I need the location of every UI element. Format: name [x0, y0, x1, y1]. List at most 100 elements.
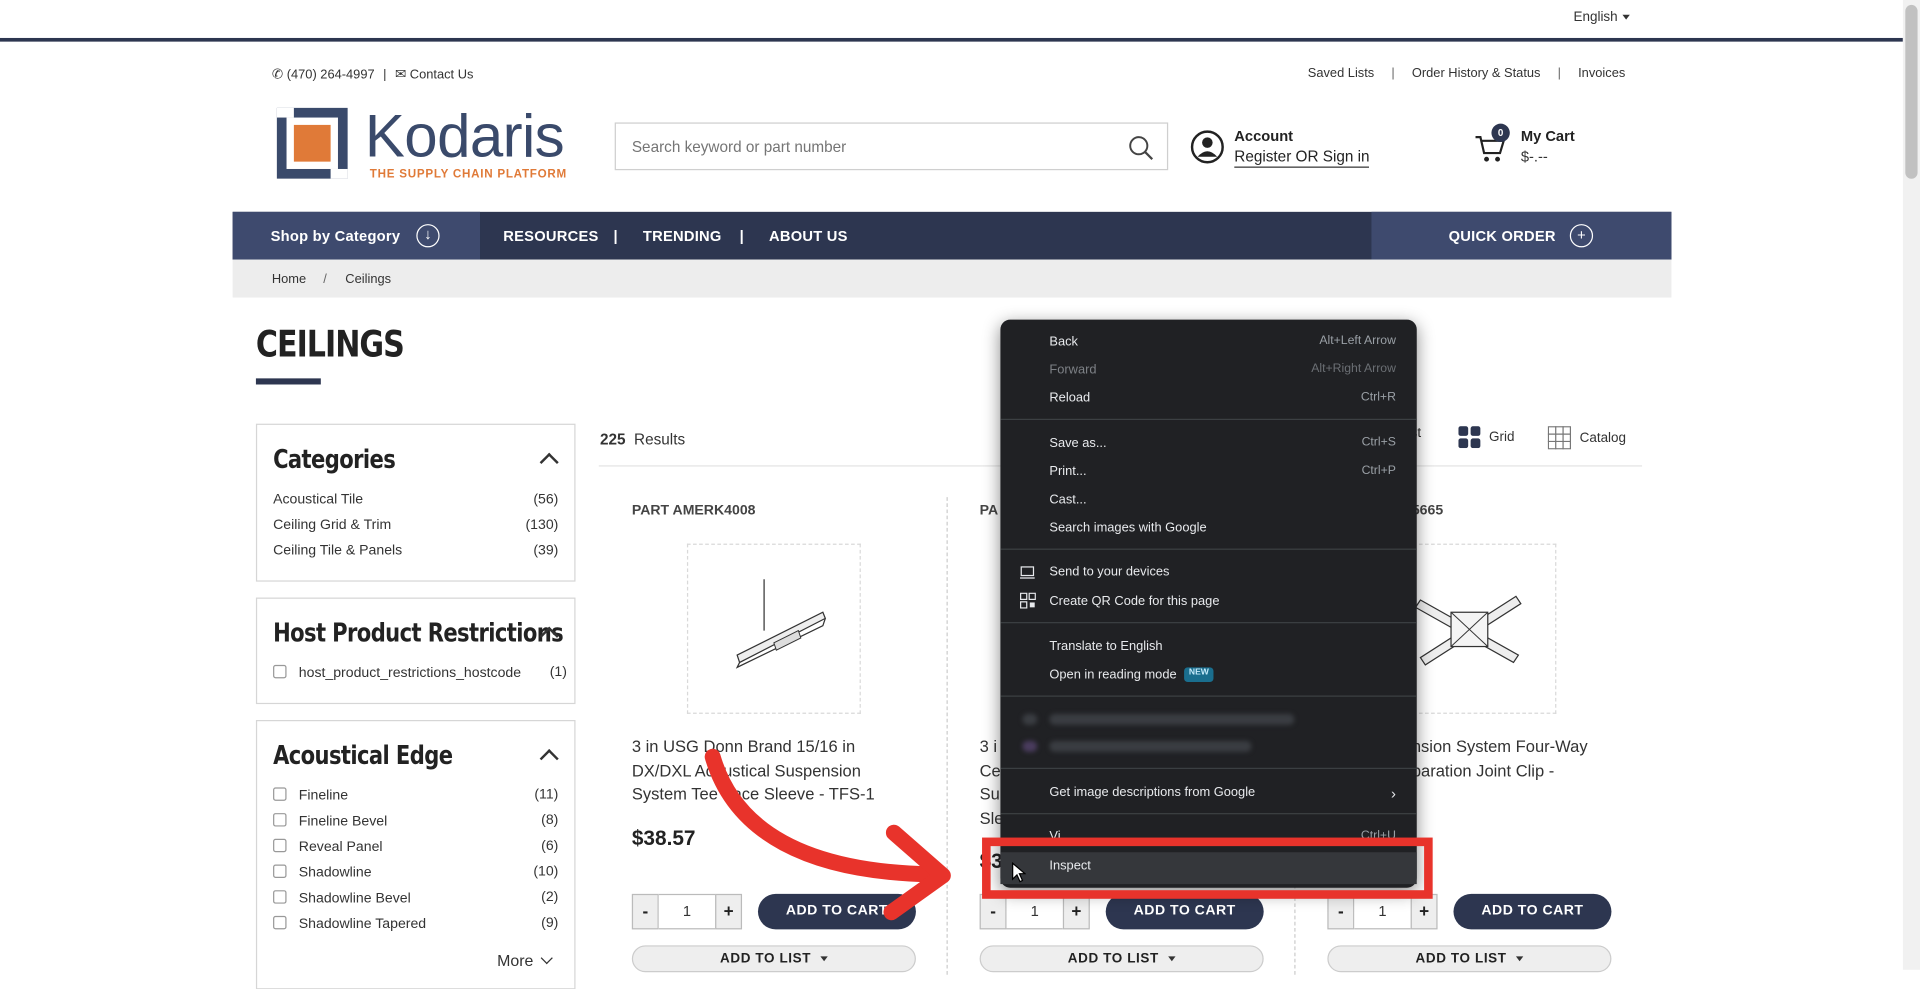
- context-menu-create-qr[interactable]: Create QR Code for this page: [1049, 594, 1396, 609]
- catalog-view-toggle[interactable]: Catalog: [1547, 426, 1626, 450]
- user-account-icon[interactable]: [1190, 130, 1224, 164]
- facet-item-label: Ceiling Grid & Trim: [273, 517, 392, 533]
- add-to-cart-button[interactable]: ADD TO CART: [1105, 893, 1264, 930]
- nav-about-us[interactable]: ABOUT US: [769, 228, 848, 245]
- context-menu-back[interactable]: Back Alt+Left Arrow: [1049, 334, 1396, 349]
- arrow-down-circle-icon: ↓: [416, 224, 440, 248]
- qty-increase-button[interactable]: +: [1062, 893, 1090, 930]
- qty-increase-button[interactable]: +: [1410, 893, 1438, 930]
- checkbox[interactable]: [273, 864, 287, 878]
- context-menu-translate[interactable]: Translate to English: [1049, 639, 1396, 654]
- context-menu-save-as[interactable]: Save as... Ctrl+S: [1049, 436, 1396, 451]
- cart-count-badge: 0: [1491, 123, 1510, 143]
- menu-item-label: Back: [1049, 334, 1078, 349]
- menu-item-label: Create QR Code for this page: [1049, 593, 1220, 609]
- grid-view-label: Grid: [1488, 429, 1515, 445]
- quick-order-label: QUICK ORDER: [1448, 227, 1556, 245]
- product-name[interactable]: nsion System Four-Way paration Joint Cli…: [1412, 735, 1645, 783]
- facet-item[interactable]: host_product_restrictions_hostcode (1): [273, 664, 567, 681]
- grid-view-toggle[interactable]: Grid: [1458, 426, 1515, 449]
- menu-separator: [1000, 622, 1417, 624]
- nav-separator: |: [739, 227, 744, 245]
- results-number: 225: [600, 431, 626, 449]
- facet-item-label: host_product_restrictions_hostcode: [298, 666, 522, 681]
- plus-circle-icon: +: [1569, 224, 1594, 248]
- facet-item[interactable]: Ceiling Tile & Panels (39): [273, 544, 558, 559]
- product-part-number: PART AMERK4008: [631, 503, 756, 518]
- language-selector[interactable]: English: [1573, 10, 1630, 24]
- checkbox[interactable]: [273, 787, 287, 801]
- add-to-list-label: ADD TO LIST: [1415, 951, 1507, 967]
- context-menu-cast[interactable]: Cast...: [1049, 492, 1396, 507]
- contact-row: ✆ (470) 264-4997 | ✉ Contact Us: [272, 66, 474, 82]
- breadcrumb-home[interactable]: Home: [272, 272, 306, 287]
- checkbox[interactable]: [273, 838, 287, 853]
- phone-number[interactable]: (470) 264-4997: [287, 67, 375, 82]
- facet-item[interactable]: Reveal Panel (6): [273, 838, 559, 855]
- kodaris-logo-icon[interactable]: [276, 107, 348, 179]
- facet-categories: Categories Acoustical Tile (56) Ceiling G…: [255, 423, 576, 582]
- chevron-up-icon[interactable]: [539, 452, 559, 472]
- add-to-cart-button[interactable]: ADD TO CART: [1453, 893, 1612, 930]
- extension-icon: [1022, 713, 1038, 725]
- facet-item[interactable]: Fineline Bevel (8): [273, 813, 558, 829]
- more-label: More: [497, 951, 534, 970]
- mouse-cursor-icon: [1012, 862, 1027, 883]
- results-label: Results: [634, 431, 686, 449]
- order-history-link[interactable]: Order History & Status: [1412, 66, 1541, 81]
- add-to-list-button[interactable]: ADD TO LIST: [1327, 945, 1612, 973]
- checkbox[interactable]: [273, 890, 287, 904]
- menu-item-shortcut: Ctrl+S: [1361, 435, 1396, 450]
- results-count: 225 Results: [600, 431, 685, 448]
- saved-lists-link[interactable]: Saved Lists: [1308, 66, 1374, 81]
- context-menu-search-images[interactable]: Search images with Google: [1049, 520, 1396, 535]
- qty-decrease-button[interactable]: -: [1327, 893, 1355, 930]
- facet-item[interactable]: Ceiling Grid & Trim (130): [273, 518, 558, 533]
- facet-item-count: (130): [525, 517, 559, 533]
- blurred-extension-item[interactable]: [1049, 713, 1295, 725]
- add-to-list-button[interactable]: ADD TO LIST: [631, 945, 916, 973]
- util-separator: |: [1391, 66, 1395, 81]
- menu-item-label: Open in reading mode: [1049, 667, 1177, 683]
- product-image[interactable]: [686, 543, 861, 714]
- cart-title[interactable]: My Cart: [1521, 127, 1575, 144]
- add-to-list-button[interactable]: ADD TO LIST: [979, 945, 1264, 973]
- context-menu-send-to-devices[interactable]: Send to your devices: [1049, 564, 1396, 579]
- facet-item[interactable]: Fineline (11): [273, 787, 558, 803]
- invoices-link[interactable]: Invoices: [1578, 66, 1625, 81]
- context-menu-image-descriptions[interactable]: Get image descriptions from Google ›: [1049, 785, 1396, 802]
- facet-title: Acoustical Edge: [273, 740, 453, 771]
- nav-resources[interactable]: RESOURCES: [503, 228, 598, 245]
- scrollbar-thumb[interactable]: [1905, 4, 1918, 179]
- facet-item-label: Reveal Panel: [298, 840, 383, 855]
- qty-input[interactable]: 1: [1354, 893, 1411, 930]
- context-menu-print[interactable]: Print... Ctrl+P: [1049, 464, 1396, 479]
- contact-us-link[interactable]: Contact Us: [410, 67, 474, 82]
- chevron-down-icon: [540, 952, 554, 965]
- qty-decrease-button[interactable]: -: [631, 893, 659, 930]
- grid-icon: [1458, 426, 1481, 449]
- menu-item-label: Print...: [1049, 464, 1087, 479]
- checkbox[interactable]: [273, 813, 287, 827]
- context-menu-reading-mode[interactable]: Open in reading mode NEW: [1049, 667, 1396, 683]
- chevron-up-icon[interactable]: [539, 749, 559, 769]
- search-input[interactable]: [615, 123, 1118, 169]
- checkbox[interactable]: [273, 664, 287, 679]
- facet-item[interactable]: Shadowline Bevel (2): [273, 890, 558, 906]
- nav-trending[interactable]: TRENDING: [643, 228, 722, 245]
- context-menu-reload[interactable]: Reload Ctrl+R: [1049, 391, 1396, 406]
- checkbox[interactable]: [273, 915, 287, 930]
- facet-item[interactable]: Acoustical Tile (56): [273, 492, 558, 507]
- facet-item[interactable]: Shadowline Tapered (9): [273, 915, 558, 932]
- red-highlight-box: [982, 837, 1433, 899]
- red-annotation-arrow-icon: [704, 748, 951, 921]
- logo-wordmark[interactable]: Kodaris: [365, 107, 565, 168]
- facet-item-count: (6): [541, 838, 559, 854]
- menu-item-label: Search images with Google: [1049, 520, 1207, 536]
- blurred-extension-item[interactable]: [1049, 740, 1252, 752]
- register-signin-link[interactable]: Register OR Sign in: [1234, 148, 1370, 168]
- facet-more-link[interactable]: More: [497, 951, 554, 970]
- facet-item[interactable]: Shadowline (10): [273, 864, 558, 880]
- breadcrumb: [232, 259, 1672, 298]
- search-icon[interactable]: [1128, 135, 1155, 162]
